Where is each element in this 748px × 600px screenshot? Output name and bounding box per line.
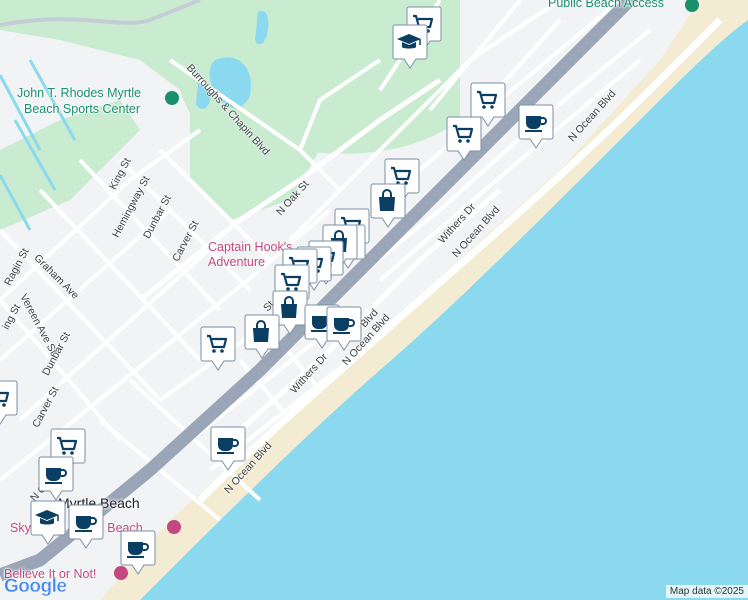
map-marker-grocery[interactable] — [0, 380, 18, 426]
coffee-cup-icon — [38, 456, 74, 501]
coffee-cup-icon — [120, 530, 156, 575]
sports-center-pin — [165, 91, 179, 105]
google-logo: Google — [4, 576, 67, 598]
map-marker-cafe[interactable] — [38, 456, 74, 502]
coffee-cup-icon — [326, 306, 362, 351]
google-logo-text: Google — [4, 576, 67, 597]
map-marker-school[interactable] — [392, 24, 428, 70]
map-attribution[interactable]: Map data ©2025 — [665, 585, 748, 598]
skywheel-pin — [167, 520, 181, 534]
shopping-cart-icon — [200, 326, 236, 371]
coffee-cup-icon — [518, 104, 554, 149]
map-marker-cafe[interactable] — [518, 104, 554, 150]
map-marker-shopping[interactable] — [244, 314, 280, 360]
map-marker-cafe[interactable] — [326, 306, 362, 352]
graduation-cap-icon — [30, 500, 66, 545]
map-marker-shopping[interactable] — [370, 183, 406, 229]
map-base-layer — [0, 0, 748, 600]
map-canvas[interactable]: Public Beach Access John T. Rhodes Myrtl… — [0, 0, 748, 600]
map-marker-grocery[interactable] — [200, 326, 236, 372]
shopping-cart-icon — [0, 380, 18, 425]
map-marker-cafe[interactable] — [210, 426, 246, 472]
map-marker-cafe[interactable] — [120, 530, 156, 576]
map-marker-grocery[interactable] — [446, 116, 482, 162]
graduation-cap-icon — [392, 24, 428, 69]
shopping-bag-icon — [244, 314, 280, 359]
shopping-bag-icon — [370, 183, 406, 228]
shopping-cart-icon — [446, 116, 482, 161]
coffee-cup-icon — [210, 426, 246, 471]
map-marker-school[interactable] — [30, 500, 66, 546]
coffee-cup-icon — [68, 504, 104, 549]
map-marker-cafe[interactable] — [68, 504, 104, 550]
